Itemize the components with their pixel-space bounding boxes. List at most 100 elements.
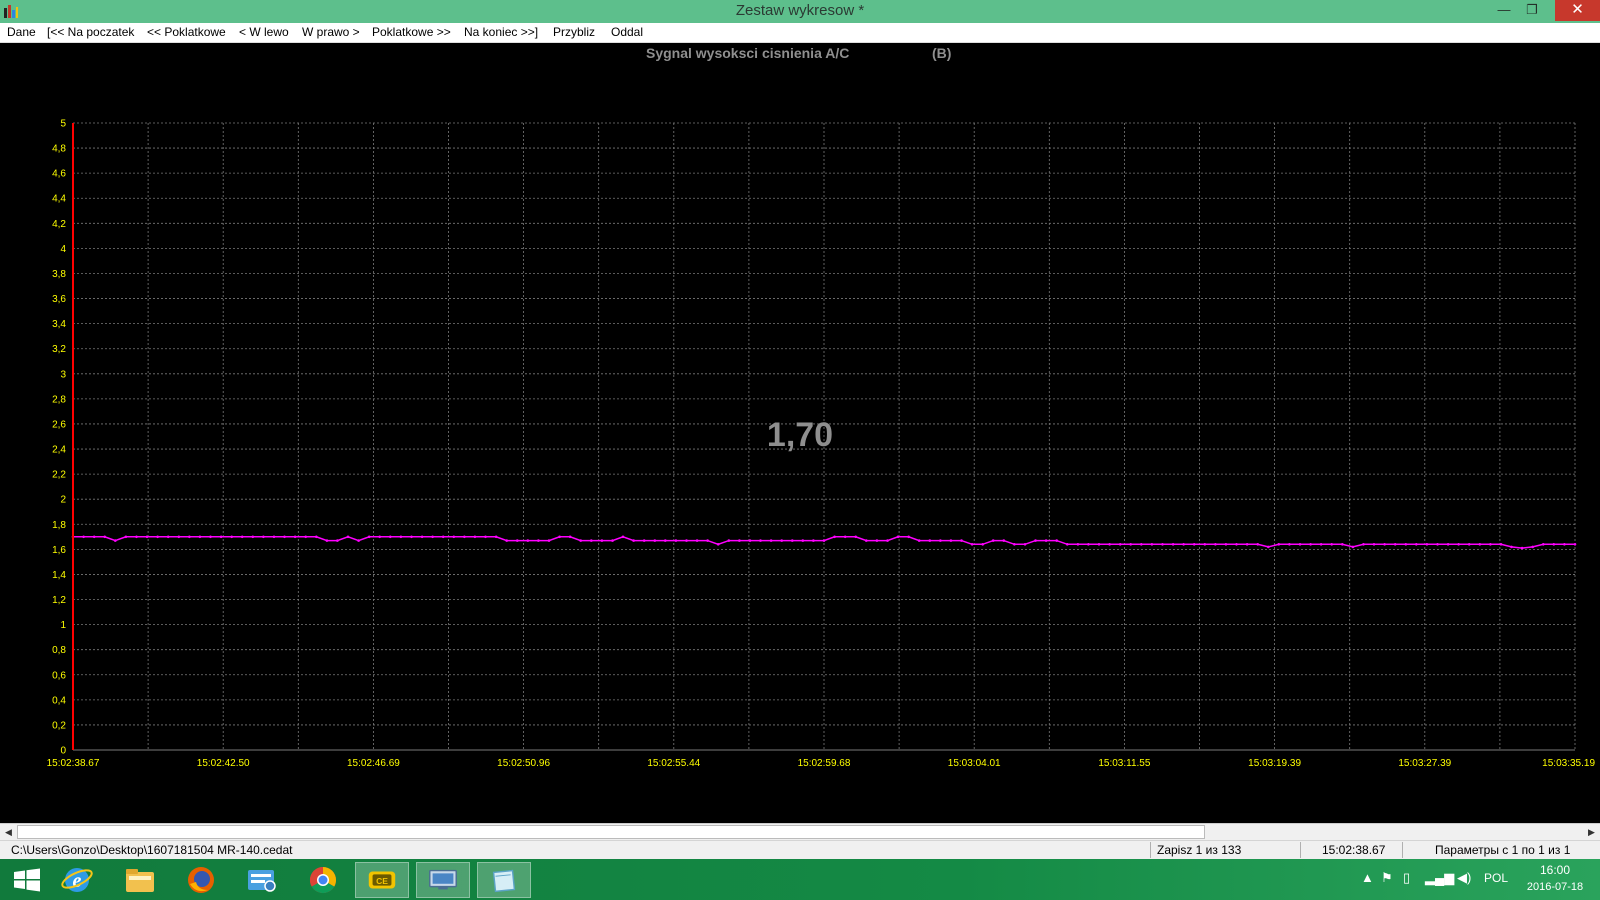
data-point xyxy=(124,535,128,539)
y-tick-label: 0 xyxy=(60,746,66,757)
data-point xyxy=(1108,543,1111,546)
data-point xyxy=(114,539,117,542)
clock-time[interactable]: 16:00 xyxy=(1525,863,1585,877)
battery-icon[interactable]: ▯ xyxy=(1403,870,1410,886)
y-tick-label: 0,4 xyxy=(52,695,66,706)
data-point xyxy=(1171,543,1175,546)
menu-scroll-left[interactable]: < W lewo xyxy=(239,25,289,39)
menu-go-to-end[interactable]: Na koniec >>] xyxy=(464,25,538,39)
language-indicator[interactable]: POL xyxy=(1484,871,1508,885)
data-point xyxy=(791,539,794,542)
status-bar: C:\Users\Gonzo\Desktop\1607181504 MR-140… xyxy=(0,840,1600,859)
diagnostic-app-icon[interactable]: CE xyxy=(355,862,409,898)
data-point xyxy=(843,535,847,539)
data-point xyxy=(1330,543,1333,546)
data-point xyxy=(1362,543,1365,546)
data-point xyxy=(92,535,96,539)
data-point xyxy=(1087,543,1090,546)
data-point xyxy=(1404,543,1408,546)
data-point xyxy=(463,535,466,539)
clock-date[interactable]: 2016-07-18 xyxy=(1518,881,1592,893)
action-center-icon[interactable]: ⚑ xyxy=(1381,870,1393,886)
data-point xyxy=(1013,543,1016,546)
data-point xyxy=(177,535,181,539)
minimize-button[interactable]: — xyxy=(1490,0,1518,21)
firefox-icon[interactable] xyxy=(174,862,228,898)
y-tick-label: 5 xyxy=(60,119,66,130)
line-chart[interactable]: Sygnal wysoksci cisnienia A/C (B) 0 0,2 0,… xyxy=(0,43,1600,823)
close-button[interactable]: ✕ xyxy=(1555,0,1600,21)
start-icon[interactable] xyxy=(0,862,54,898)
y-tick-label: 2,6 xyxy=(52,419,66,430)
data-point xyxy=(1309,543,1312,546)
data-point xyxy=(1341,543,1344,546)
data-point xyxy=(135,535,138,539)
data-point xyxy=(262,535,265,539)
data-point xyxy=(939,539,942,542)
menu-step-forward[interactable]: Poklatkowe >> xyxy=(372,25,451,39)
window-title: Zestaw wykresow * xyxy=(735,2,865,19)
data-point xyxy=(1372,543,1376,546)
data-point xyxy=(1383,543,1386,546)
scroll-right-arrow-icon[interactable]: ▶ xyxy=(1583,824,1600,840)
menu-step-back[interactable]: << Poklatkowe xyxy=(147,25,226,39)
ie-icon[interactable]: e xyxy=(50,862,104,898)
chrome-icon[interactable] xyxy=(296,862,350,898)
status-divider xyxy=(1150,842,1151,858)
data-point xyxy=(706,539,709,542)
data-point xyxy=(1277,543,1281,546)
current-value-readout: 1,70 xyxy=(767,416,833,454)
data-point xyxy=(304,535,308,539)
menu-scroll-right[interactable]: W prawo > xyxy=(302,25,360,39)
x-tick-label: 15:02:50.96 xyxy=(497,758,550,769)
scroll-left-arrow-icon[interactable]: ◀ xyxy=(0,824,17,840)
y-tick-label: 1 xyxy=(60,620,66,631)
data-point xyxy=(1393,543,1397,546)
x-tick-label: 15:03:04.01 xyxy=(948,758,1001,769)
data-point xyxy=(1478,543,1482,546)
scroll-thumb[interactable] xyxy=(17,825,1205,839)
show-hidden-icons-icon[interactable]: ▲ xyxy=(1361,870,1374,885)
data-point xyxy=(748,539,752,542)
volume-icon[interactable]: ◀) xyxy=(1457,870,1471,886)
data-point xyxy=(1066,543,1069,546)
network-icon[interactable]: ▂▄▆ xyxy=(1425,870,1454,886)
y-tick-label: 3,8 xyxy=(52,269,66,280)
data-point xyxy=(389,535,392,539)
horizontal-scrollbar[interactable]: ◀ ▶ xyxy=(0,823,1600,840)
data-point xyxy=(336,539,339,542)
data-point xyxy=(600,539,604,542)
menu-zoom-in[interactable]: Przybliz xyxy=(553,25,595,39)
title-bar: Zestaw wykresow * — ❐ ✕ xyxy=(0,0,1600,23)
y-tick-label: 4,8 xyxy=(52,144,66,155)
data-point xyxy=(685,539,688,542)
data-point xyxy=(991,539,995,542)
x-tick-label: 15:02:55.44 xyxy=(647,758,700,769)
data-point xyxy=(949,539,953,542)
data-point xyxy=(769,539,773,542)
control-panel-icon[interactable] xyxy=(234,862,288,898)
maximize-button[interactable]: ❐ xyxy=(1518,0,1546,21)
y-tick-label: 3,6 xyxy=(52,294,66,305)
notes-app-icon[interactable] xyxy=(477,862,531,898)
menu-zoom-out[interactable]: Oddal xyxy=(611,25,643,39)
data-point xyxy=(1436,543,1439,546)
data-point xyxy=(188,535,191,539)
data-point xyxy=(1520,546,1524,550)
data-point xyxy=(82,535,85,539)
y-tick-label: 0,2 xyxy=(52,720,66,731)
data-point xyxy=(209,535,212,539)
data-point xyxy=(357,539,360,542)
data-point xyxy=(1214,543,1217,546)
data-point xyxy=(198,535,202,539)
y-tick-label: 2 xyxy=(60,495,66,506)
menu-go-to-start[interactable]: [<< Na poczatek xyxy=(47,25,134,39)
series-line xyxy=(73,536,1575,549)
data-point xyxy=(621,535,625,539)
menu-dane[interactable]: Dane xyxy=(7,25,36,39)
data-point xyxy=(970,543,974,546)
chart-area[interactable]: Sygnal wysoksci cisnienia A/C (B) 0 0,2 0,… xyxy=(0,43,1600,823)
remote-desktop-icon[interactable] xyxy=(416,862,470,898)
file-explorer-icon[interactable] xyxy=(113,862,167,898)
data-point xyxy=(103,535,106,539)
